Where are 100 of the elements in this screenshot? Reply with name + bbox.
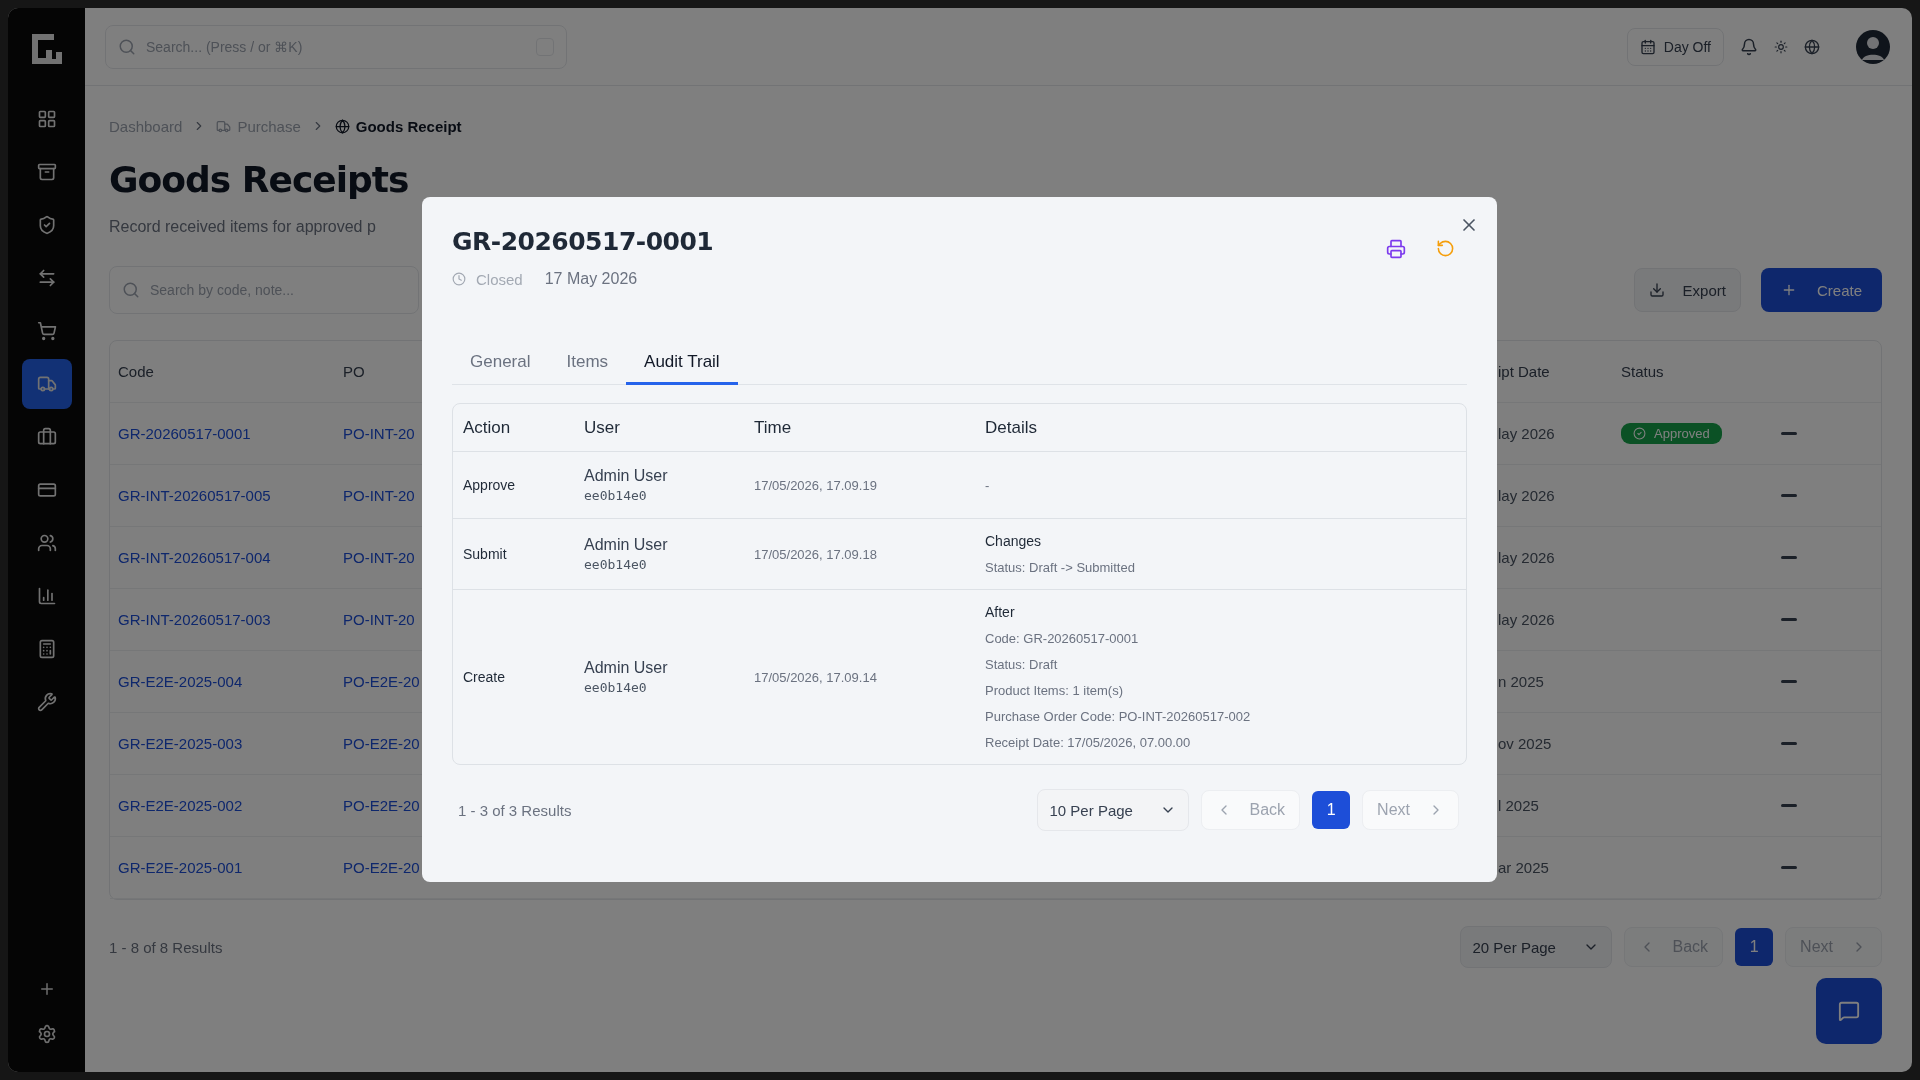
action-cell-text: Create [463,669,507,685]
details-line: Status: Draft -> Submitted [985,560,1136,575]
download-icon [1648,282,1665,298]
details-line: Status: Draft [985,657,1059,672]
code-link[interactable]: GR-E2E-2025-002 [118,797,243,814]
cart-icon [36,321,57,341]
check-icon [1633,427,1646,440]
print-button[interactable] [1386,239,1406,259]
po-link[interactable]: PO-INT-20 [343,549,415,566]
globe-icon[interactable] [1804,38,1820,55]
printer-icon [1386,239,1406,259]
card-icon [36,480,57,500]
more-icon[interactable] [1781,679,1797,684]
table-cell: lay 2026 [1498,487,1555,504]
table-cell: lay 2026 [1498,549,1555,566]
action-cell-text: Approve [463,477,517,493]
details-line: Receipt Date: 17/05/2026, 07.00.00 [985,735,1192,750]
po-link[interactable]: PO-INT-20 [343,425,415,442]
calendar-icon [1639,38,1656,55]
users-icon [36,533,57,553]
code-link[interactable]: GR-E2E-2025-001 [118,859,243,876]
time-cell-text: 17/05/2026, 17.09.14 [754,669,878,685]
chat-button[interactable] [1816,978,1882,1044]
results-count: 1 - 3 of 3 Results [458,801,572,819]
page-title: Goods Receipts [109,159,409,200]
code-link[interactable]: GR-INT-20260517-005 [118,487,271,504]
undo-icon [1436,239,1455,258]
more-icon[interactable] [1781,493,1797,498]
page-number[interactable]: 1 [1312,791,1351,829]
code-link[interactable]: GR-E2E-2025-004 [118,673,243,690]
table-cell: l 2025 [1498,797,1539,814]
wrench-icon [36,692,57,712]
user-name: Admin User [584,536,669,554]
day-off-button[interactable]: Day Off [1626,27,1724,66]
details-heading: Changes [985,533,1043,549]
page-number[interactable]: 1 [1735,928,1774,966]
column-header: Details [985,417,1038,438]
tab[interactable]: Audit Trail [626,344,738,385]
table-cell: n 2025 [1498,673,1544,690]
user-id: ee0b14e0 [584,680,648,695]
more-icon[interactable] [1781,555,1797,560]
sun-icon[interactable] [1774,39,1788,54]
column-header: Code [118,363,154,380]
more-icon[interactable] [1781,741,1797,746]
po-link[interactable]: PO-E2E-20 [343,859,420,876]
po-link[interactable]: PO-E2E-20 [343,673,420,690]
per-page-select[interactable]: 20 Per Page [1459,926,1612,968]
create-button[interactable]: Create [1760,268,1882,312]
code-link[interactable]: GR-20260517-0001 [118,425,251,442]
results-count: 1 - 8 of 8 Results [109,938,223,956]
details-line: Purchase Order Code: PO-INT-20260517-002 [985,709,1252,724]
sidebar-item[interactable] [21,359,72,409]
truck-icon [216,118,232,134]
bell-icon[interactable] [1740,37,1758,56]
user-name: Admin User [584,467,669,485]
avatar-icon[interactable] [1856,29,1890,64]
po-link[interactable]: PO-INT-20 [343,487,415,504]
back-button[interactable]: Back [1200,790,1301,830]
code-link[interactable]: GR-INT-20260517-004 [118,549,271,566]
table-cell: ov 2025 [1498,735,1552,752]
search-icon [122,281,140,299]
more-icon[interactable] [1781,803,1797,808]
time-cell-text: 17/05/2026, 17.09.18 [754,546,878,562]
status-badge: Approved [1621,423,1722,444]
export-button[interactable]: Export [1633,268,1741,312]
details-line: Code: GR-20260517-0001 [985,631,1140,646]
user-id: ee0b14e0 [584,488,648,503]
tab[interactable]: General [452,344,549,385]
po-link[interactable]: PO-E2E-20 [343,797,420,814]
search-icon [118,37,136,56]
column-header: PO [343,363,365,380]
user-id: ee0b14e0 [584,557,648,572]
truck-icon [36,374,57,394]
column-header: User [584,417,621,438]
globe-icon [334,118,350,134]
tab[interactable]: Items [548,344,627,385]
grid-icon [36,109,57,129]
chart-icon [36,586,57,606]
po-link[interactable]: PO-E2E-20 [343,735,420,752]
table-cell: lay 2026 [1498,611,1555,628]
chat-icon [1838,1000,1860,1022]
settings-icon[interactable] [36,1024,57,1044]
page-subtitle: Record received items for approved p [109,218,376,236]
more-icon[interactable] [1781,617,1797,622]
next-button[interactable]: Next [1362,790,1459,830]
column-header: Status [1621,363,1664,380]
table-cell: ar 2025 [1498,859,1549,876]
archive-icon [36,162,57,182]
column-header: Action [463,417,512,438]
per-page-select[interactable]: 10 Per Page [1036,789,1189,831]
code-link[interactable]: GR-INT-20260517-003 [118,611,271,628]
code-link[interactable]: GR-E2E-2025-003 [118,735,243,752]
more-icon[interactable] [1781,865,1797,870]
more-icon[interactable] [1781,431,1797,436]
action-cell-text: Submit [463,546,508,562]
column-header: Time [754,417,793,438]
clock-icon [452,272,466,286]
receipt-date: 17 May 2026 [544,270,638,288]
po-link[interactable]: PO-INT-20 [343,611,415,628]
briefcase-icon [36,427,57,447]
